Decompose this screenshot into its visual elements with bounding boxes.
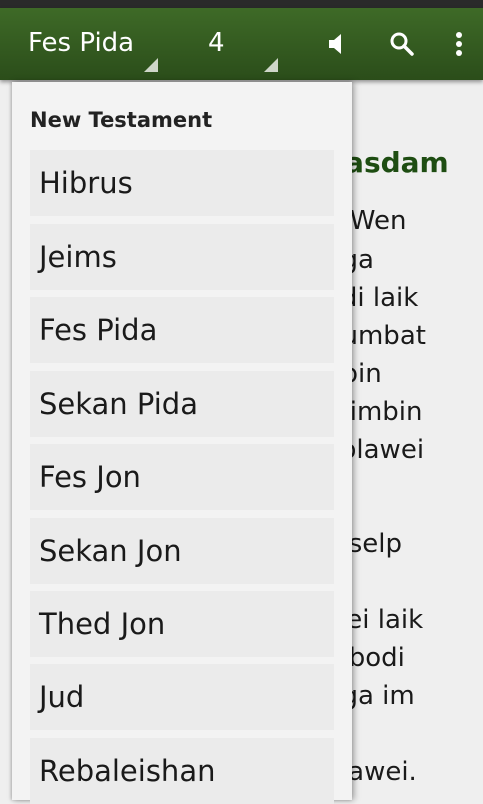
overflow-menu-icon[interactable] xyxy=(441,26,477,62)
book-item-label: Sekan Jon xyxy=(39,534,182,568)
book-item[interactable]: Fes Pida xyxy=(30,297,334,363)
book-item-label: Fes Jon xyxy=(39,460,141,494)
speaker-icon[interactable] xyxy=(320,26,356,62)
book-item[interactable]: Jeims xyxy=(30,224,334,290)
book-item-label: Sekan Pida xyxy=(39,387,198,421)
dropdown-triangle-icon xyxy=(264,58,278,72)
search-icon[interactable] xyxy=(384,26,420,62)
status-bar xyxy=(0,0,483,8)
book-label: Fes Pida xyxy=(28,28,135,58)
book-item[interactable]: Fes Jon xyxy=(30,444,334,510)
book-item[interactable]: Hibrus xyxy=(30,150,334,216)
book-dropdown-list[interactable]: New Testament Hibrus Jeims Fes Pida Seka… xyxy=(12,82,352,804)
chapter-selector[interactable]: 4 xyxy=(190,8,280,80)
book-item[interactable]: Jud xyxy=(30,664,334,730)
book-item-label: Jud xyxy=(39,680,85,714)
chapter-label: 4 xyxy=(208,28,225,58)
section-header: New Testament xyxy=(30,108,213,132)
book-item[interactable]: Sekan Pida xyxy=(30,371,334,437)
book-item-label: Rebaleishan xyxy=(39,754,216,788)
book-item-label: Jeims xyxy=(39,240,117,274)
book-item[interactable]: Sekan Jon xyxy=(30,518,334,584)
book-item-label: Fes Pida xyxy=(39,313,158,347)
book-item-label: Thed Jon xyxy=(39,607,166,641)
toolbar: Fes Pida 4 xyxy=(0,8,483,80)
book-selector[interactable]: Fes Pida xyxy=(14,8,160,80)
book-item[interactable]: Rebaleishan xyxy=(30,738,334,804)
book-item-label: Hibrus xyxy=(39,166,133,200)
book-item[interactable]: Thed Jon xyxy=(30,591,334,657)
dropdown-triangle-icon xyxy=(144,58,158,72)
